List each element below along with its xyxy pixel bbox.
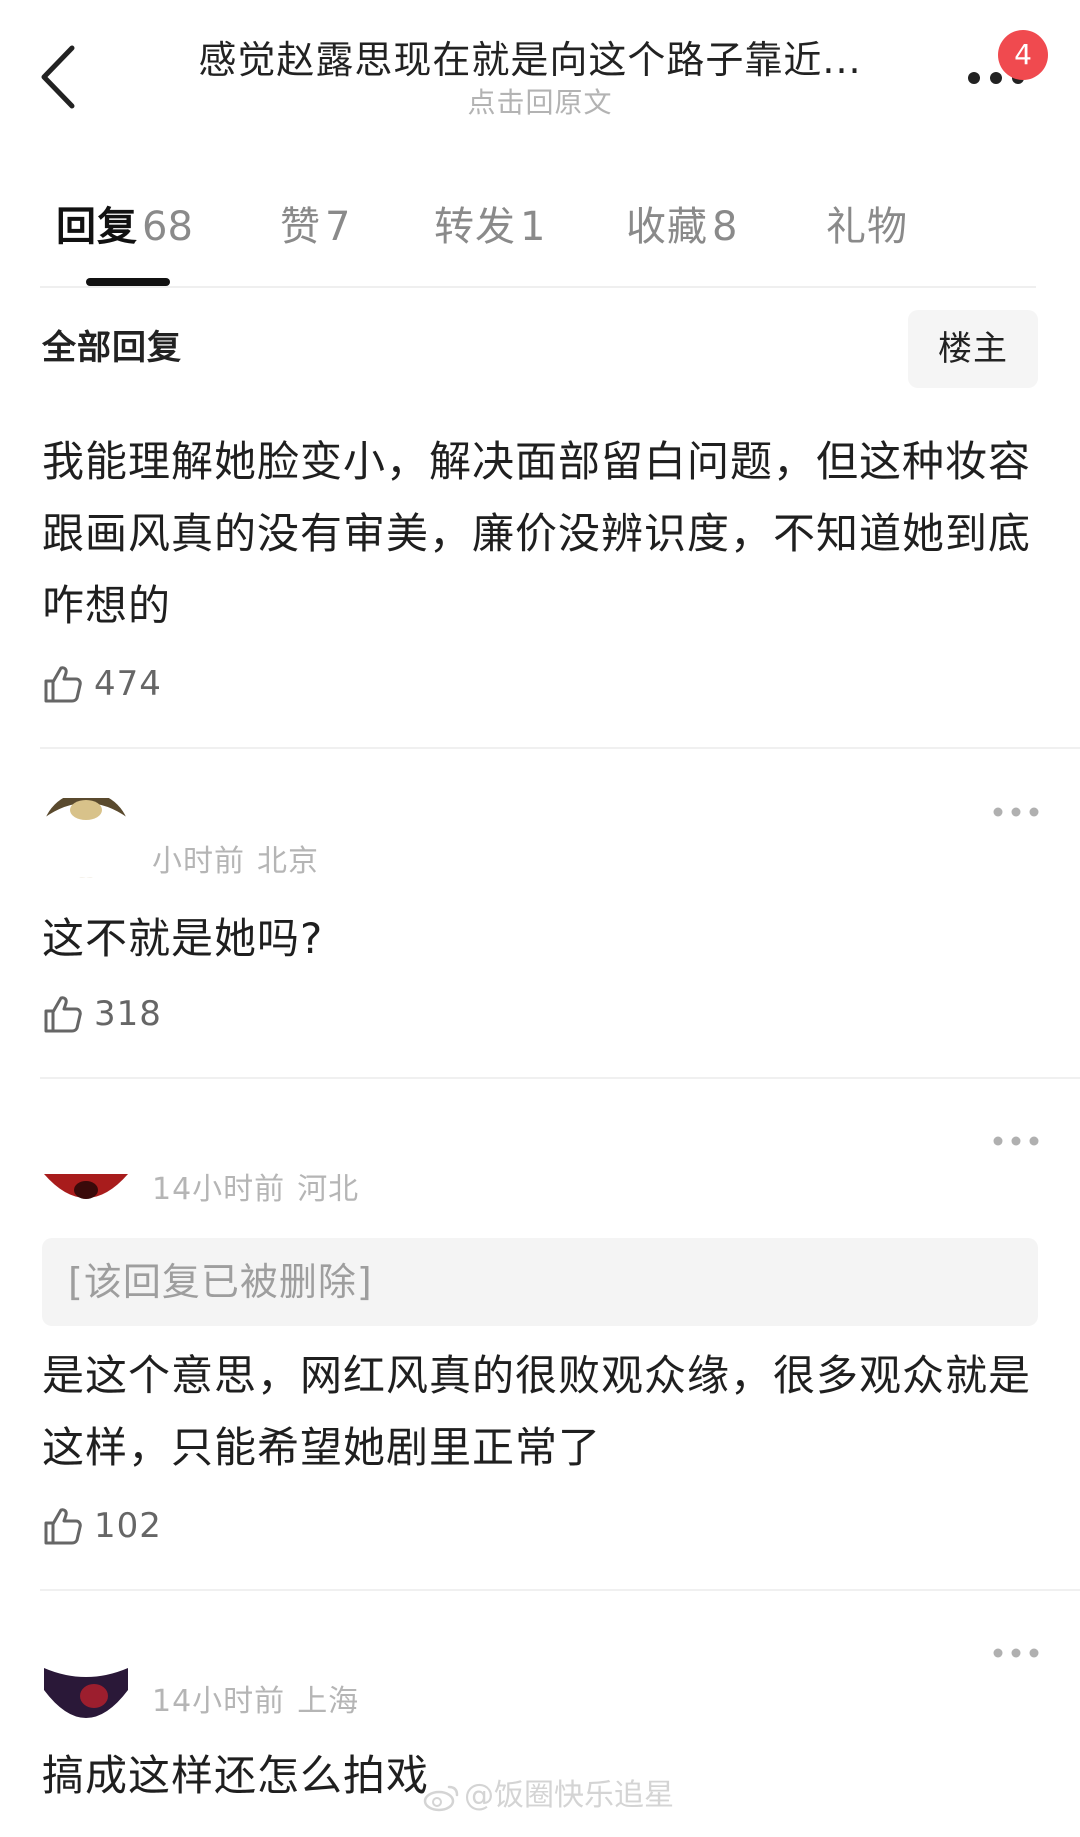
- tab-bar: 回复 68 赞7 转发 1 收藏 8 礼物: [0, 195, 1080, 287]
- avatar[interactable]: [42, 1660, 130, 1724]
- comment-meta: 14小时前 河北: [152, 1170, 359, 1210]
- thumbs-up-icon: [44, 666, 82, 703]
- tab-count: 68: [142, 204, 193, 250]
- divider: [40, 1589, 1080, 1591]
- comment-meta: 14小时前 上海: [152, 1682, 359, 1722]
- tab-count: 8: [712, 204, 738, 250]
- more-dots-icon: [993, 1648, 1039, 1658]
- divider: [40, 1077, 1080, 1079]
- thumbs-up-icon: [44, 1508, 82, 1545]
- owner-filter-button[interactable]: 楼主: [908, 310, 1038, 388]
- tab-reposts[interactable]: 转发 1: [434, 195, 545, 259]
- comment-meta: 小时前 北京: [152, 842, 319, 882]
- comment-location: 河北: [297, 1172, 360, 1207]
- active-tab-indicator: [86, 278, 170, 286]
- back-to-original-link[interactable]: 点击回原文: [340, 86, 740, 120]
- all-replies-label: 全部回复: [42, 328, 182, 368]
- tab-label: 回复: [56, 204, 138, 250]
- like-count: 102: [94, 1506, 162, 1546]
- weibo-icon: [423, 1785, 459, 1811]
- comment-more-button[interactable]: [992, 802, 1040, 822]
- deleted-reply-notice: [该回复已被删除]: [68, 1260, 373, 1304]
- chevron-left-icon: [41, 45, 75, 109]
- quoted-reply-box: [该回复已被删除]: [42, 1238, 1038, 1326]
- watermark: @饭圈快乐追星: [422, 1776, 674, 1816]
- thumbs-up-icon: [44, 996, 82, 1033]
- divider: [40, 747, 1080, 749]
- tab-likes[interactable]: 赞7: [280, 195, 350, 259]
- comment-location: 北京: [257, 844, 319, 879]
- top-navigation-bar: 感觉赵露思现在就是向这个路子靠近... 点击回原文 4: [0, 0, 1080, 150]
- comment-location: 上海: [297, 1684, 360, 1719]
- comment-more-button[interactable]: [992, 1643, 1040, 1663]
- comment-text: 是这个意思，网红风真的很败观众缘，很多观众就是这样，只能希望她剧里正常了: [42, 1351, 1032, 1472]
- page-title[interactable]: 感觉赵露思现在就是向这个路子靠近...: [150, 36, 910, 84]
- tab-label: 赞: [280, 204, 321, 250]
- tab-label: 转发: [434, 204, 516, 250]
- avatar[interactable]: [42, 1150, 130, 1210]
- tab-label: 收藏: [626, 204, 708, 250]
- comment-time: 小时前: [152, 844, 245, 879]
- tab-count: 7: [325, 204, 351, 250]
- divider: [40, 286, 1036, 288]
- back-button[interactable]: [34, 40, 88, 114]
- comment-more-button[interactable]: [992, 1131, 1040, 1151]
- tab-label: 礼物: [826, 204, 908, 250]
- avatar[interactable]: [42, 792, 130, 878]
- watermark-text: @饭圈快乐追星: [464, 1778, 674, 1813]
- comment-text: 这不就是她吗?: [42, 914, 324, 963]
- tab-replies[interactable]: 回复 68: [56, 195, 193, 259]
- more-dots-icon: [993, 1136, 1039, 1146]
- tab-gifts[interactable]: 礼物: [826, 195, 912, 259]
- tab-count: 1: [520, 204, 546, 250]
- like-count: 474: [94, 664, 162, 704]
- like-count: 318: [94, 994, 162, 1034]
- tab-favorites[interactable]: 收藏 8: [626, 195, 737, 259]
- comment-time: 14小时前: [152, 1684, 286, 1719]
- more-dots-icon: [993, 807, 1039, 817]
- comment-time: 14小时前: [152, 1172, 286, 1207]
- comment-text: 我能理解她脸变小，解决面部留白问题，但这种妆容跟画风真的没有审美，廉价没辨识度，…: [42, 437, 1032, 630]
- notification-badge: 4: [998, 30, 1048, 80]
